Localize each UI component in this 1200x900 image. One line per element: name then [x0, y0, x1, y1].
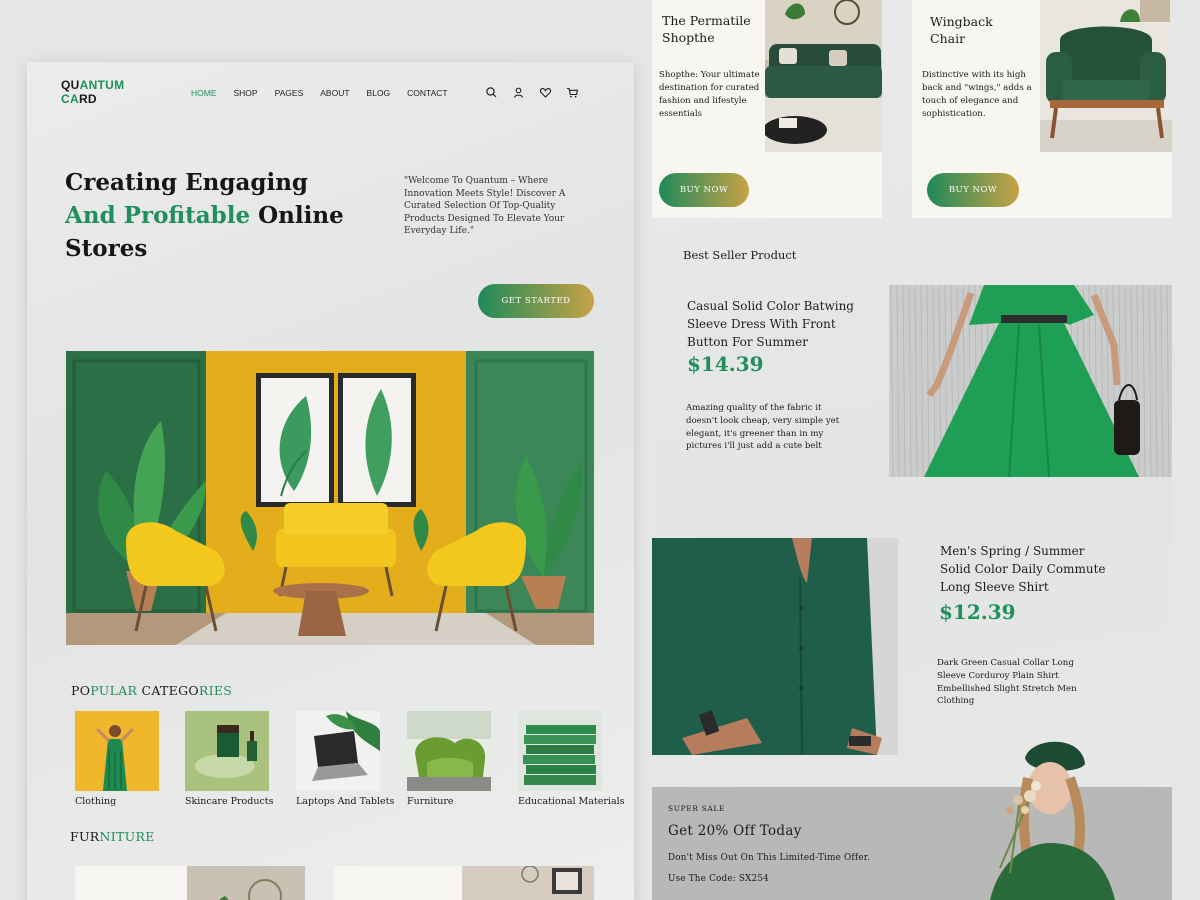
heading-part: FUR	[70, 829, 100, 844]
product-card-permatile: The Permatile Shopthe Shopthe: Your ulti…	[652, 0, 882, 218]
category-skincare[interactable]: Skincare Products	[185, 711, 273, 807]
category-clothing-image	[75, 711, 159, 791]
hero-title-rest: Online	[250, 202, 344, 229]
buy-now-button[interactable]: BUY NOW	[927, 173, 1019, 207]
hero-title-highlight: And Profitable	[65, 202, 251, 229]
product-description: Distinctive with its high back and "wing…	[922, 70, 1032, 119]
category-label: Laptops And Tablets	[296, 796, 395, 807]
best-seller-name[interactable]: Men's Spring / Summer Solid Color Daily …	[940, 542, 1115, 596]
header-icons	[485, 86, 579, 99]
sale-headline: Get 20% Off Today	[668, 823, 802, 839]
product-name: The Permatile Shopthe	[662, 13, 751, 45]
heading-part: PULAR	[90, 683, 138, 698]
main-nav: HOME SHOP PAGES ABOUT BLOG CONTACT	[191, 88, 448, 98]
hero-interior-image	[66, 351, 594, 645]
category-label: Clothing	[75, 796, 117, 807]
product-image-wingback-chair	[1040, 0, 1172, 152]
category-educational-image	[518, 711, 602, 791]
category-furniture-image	[407, 711, 491, 791]
product-description: Shopthe: Your ultimate destination for c…	[659, 70, 760, 119]
get-started-button[interactable]: GET STARTED	[478, 284, 594, 318]
heart-icon[interactable]	[539, 86, 552, 99]
landing-page-right: The Permatile Shopthe Shopthe: Your ulti…	[652, 0, 1172, 900]
green-shirt-image	[652, 538, 898, 755]
heading-part: NITURE	[99, 829, 155, 844]
best-seller-review: Amazing quality of the fabric it doesn't…	[686, 403, 840, 452]
category-furniture[interactable]: Furniture	[407, 711, 491, 807]
category-educational[interactable]: Educational Materials	[518, 711, 625, 807]
product-name: Wingback Chair	[930, 14, 993, 46]
category-skincare-image	[185, 711, 269, 791]
hero-title-line3: Stores	[65, 235, 148, 262]
category-clothing[interactable]: Clothing	[75, 711, 159, 807]
sale-eyebrow: SUPER SALE	[668, 804, 726, 813]
logo-text-c: CA	[61, 92, 79, 106]
landing-page-left: QUANTUM CARD HOME SHOP PAGES ABOUT BLOG …	[27, 62, 634, 900]
heading-part: CATEGO	[137, 683, 199, 698]
nav-home[interactable]: HOME	[191, 88, 217, 98]
best-seller-heading: Best Seller Product	[683, 248, 797, 262]
sale-promo-code: Use The Code: SX254	[668, 874, 769, 884]
user-icon[interactable]	[512, 86, 525, 99]
woman-with-flowers-image	[970, 738, 1130, 900]
furniture-card-2[interactable]: A	[334, 866, 594, 900]
heading-part: PO	[71, 683, 91, 698]
hero-quote: "Welcome To Quantum – Where Innovation M…	[404, 176, 566, 237]
sale-line1: Don't Miss Out On This Limited-Time Offe…	[668, 853, 871, 863]
category-laptops[interactable]: Laptops And Tablets	[296, 711, 394, 807]
best-seller-price: $12.39	[939, 600, 1016, 624]
best-seller-name[interactable]: Casual Solid Color Batwing Sleeve Dress …	[687, 297, 857, 351]
product-image-sofa	[765, 0, 882, 152]
green-dress-image	[889, 285, 1172, 477]
nav-contact[interactable]: CONTACT	[407, 88, 447, 98]
nav-blog[interactable]: BLOG	[367, 88, 391, 98]
brand-logo[interactable]: QUANTUM CARD	[61, 78, 124, 106]
buy-now-button[interactable]: BUY NOW	[659, 173, 749, 207]
cart-icon[interactable]	[566, 86, 579, 99]
logo-text-b: ANTUM	[79, 78, 125, 92]
heading-part: RIES	[198, 683, 233, 698]
hero-title: Creating Engaging And Profitable Online …	[65, 166, 385, 265]
logo-text-a: QU	[61, 78, 80, 92]
category-laptops-image	[296, 711, 380, 791]
category-label: Educational Materials	[518, 796, 625, 807]
best-seller-price: $14.39	[687, 352, 764, 376]
nav-shop[interactable]: SHOP	[234, 88, 258, 98]
furniture-heading: FURNITURE	[70, 829, 155, 844]
nav-about[interactable]: ABOUT	[320, 88, 349, 98]
category-label: Skincare Products	[185, 796, 274, 807]
best-seller-review: Dark Green Casual Collar Long Sleeve Cor…	[937, 658, 1077, 707]
logo-text-d: RD	[78, 92, 97, 106]
hero-title-line1: Creating Engaging	[65, 169, 308, 196]
product-card-wingback: Wingback Chair Distinctive with its high…	[912, 0, 1172, 218]
nav-pages[interactable]: PAGES	[275, 88, 304, 98]
search-icon[interactable]	[485, 86, 498, 99]
category-label: Furniture	[407, 796, 454, 807]
popular-categories-heading: POPULAR CATEGORIES	[71, 683, 232, 698]
furniture-card-1[interactable]	[75, 866, 305, 900]
